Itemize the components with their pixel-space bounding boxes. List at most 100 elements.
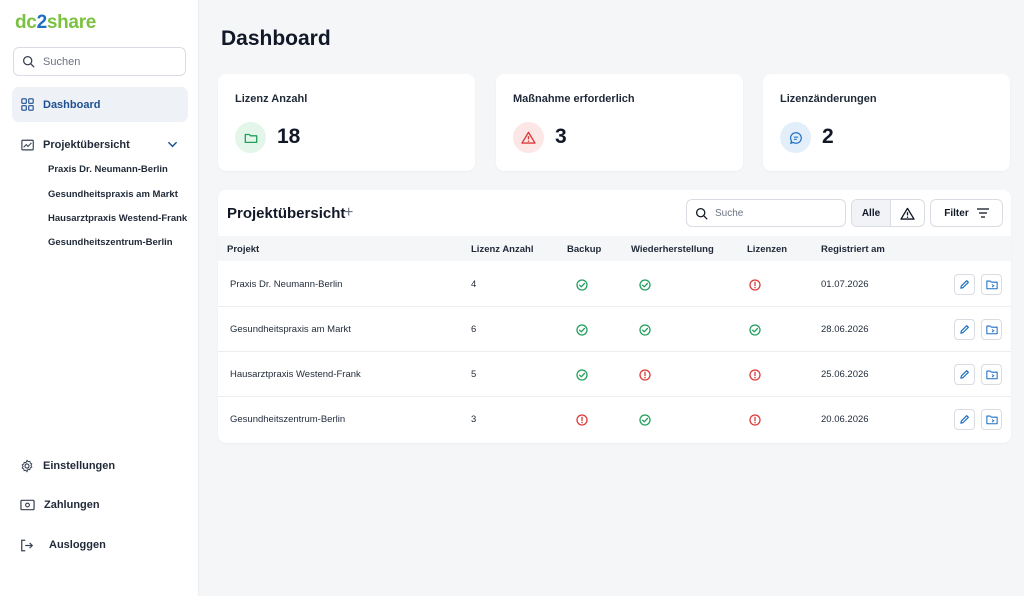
chat-icon <box>780 122 811 153</box>
sidebar-item-zahlungen[interactable]: Zahlungen <box>20 496 180 514</box>
cell-project: Gesundheitspraxis am Markt <box>230 324 351 335</box>
page-title: Dashboard <box>221 27 331 50</box>
pencil-icon <box>960 280 969 289</box>
filter-warning-button[interactable] <box>891 200 924 226</box>
table-search-input[interactable]: Suche <box>686 199 846 227</box>
check-circle-icon <box>639 278 651 291</box>
sidebar-item-ausloggen[interactable]: Ausloggen <box>20 536 180 554</box>
table-header: Projekt Lizenz Anzahl Backup Wiederherst… <box>218 236 1011 261</box>
sidebar-item-label: Zahlungen <box>44 499 100 511</box>
filter-lines-icon <box>976 208 989 218</box>
check-circle-icon <box>576 323 588 336</box>
status-filter-toggle: Alle <box>851 199 925 227</box>
card-title: Maßnahme erforderlich <box>513 93 635 105</box>
card-value: 2 <box>822 125 834 148</box>
open-folder-button[interactable] <box>981 409 1002 430</box>
grid-icon <box>21 98 34 111</box>
cell-licenses: 5 <box>471 369 477 380</box>
stat-card-lizenzaenderungen: Lizenzänderungen 2 <box>763 74 1010 171</box>
error-circle-icon <box>749 278 761 291</box>
column-header-wiederherstellung[interactable]: Wiederherstellung <box>631 244 714 255</box>
cell-project: Praxis Dr. Neumann-Berlin <box>230 279 343 290</box>
folder-icon <box>235 122 266 153</box>
cell-date: 25.06.2026 <box>821 369 869 380</box>
filter-all-button[interactable]: Alle <box>852 200 891 226</box>
document-chart-icon <box>21 139 34 150</box>
error-circle-icon <box>749 413 761 426</box>
sidebar-search-input[interactable]: Suchen <box>13 47 186 76</box>
sidebar-subitem-project[interactable]: Gesundheitszentrum-Berlin <box>48 237 173 248</box>
check-circle-icon <box>749 323 761 336</box>
chevron-down-icon[interactable] <box>167 139 178 150</box>
stat-card-lizenz-anzahl: Lizenz Anzahl 18 <box>218 74 475 171</box>
column-header-projekt[interactable]: Projekt <box>227 244 259 255</box>
check-circle-icon <box>639 413 651 426</box>
cell-project: Hausarztpraxis Westend-Frank <box>230 369 361 380</box>
panel-title: Projektübersicht <box>227 205 346 222</box>
logo-part-dc: dc <box>15 12 37 33</box>
sidebar-item-label: Dashboard <box>43 98 101 111</box>
edit-button[interactable] <box>954 364 975 385</box>
folder-open-icon <box>985 325 998 335</box>
sidebar-search-placeholder: Suchen <box>43 55 81 68</box>
logo-part-2: 2 <box>36 12 48 33</box>
table-search-placeholder: Suche <box>715 207 744 219</box>
pencil-icon <box>960 370 969 379</box>
search-icon <box>695 207 708 219</box>
check-circle-icon <box>639 323 651 336</box>
search-icon <box>22 55 35 68</box>
edit-button[interactable] <box>954 409 975 430</box>
cell-licenses: 6 <box>471 324 477 335</box>
column-header-registriert-am[interactable]: Registriert am <box>821 244 885 255</box>
check-circle-icon <box>576 368 588 381</box>
check-circle-icon <box>576 278 588 291</box>
error-circle-icon <box>749 368 761 381</box>
project-table-panel: Projektübersicht + Suche Alle Filter Pro… <box>218 190 1011 443</box>
table-row[interactable]: Hausarztpraxis Westend-Frank 5 25.06.2026 <box>218 352 1011 397</box>
column-header-lizenzen[interactable]: Lizenzen <box>747 244 787 255</box>
stat-card-massnahme: Maßnahme erforderlich 3 <box>496 74 743 171</box>
sidebar-subitem-project[interactable]: Praxis Dr. Neumann-Berlin <box>48 164 168 175</box>
card-value: 18 <box>277 125 301 148</box>
filter-button[interactable]: Filter <box>930 199 1003 227</box>
sidebar-item-einstellungen[interactable]: Einstellungen <box>20 457 180 475</box>
logout-icon <box>21 539 34 551</box>
sidebar-item-label: Projektübersicht <box>43 139 130 151</box>
pencil-icon <box>960 325 969 334</box>
money-icon <box>20 499 35 511</box>
folder-open-icon <box>985 415 998 425</box>
gear-icon <box>21 459 33 473</box>
open-folder-button[interactable] <box>981 319 1002 340</box>
sidebar-item-dashboard[interactable]: Dashboard <box>12 87 188 122</box>
folder-open-icon <box>985 280 998 290</box>
cell-date: 20.06.2026 <box>821 414 869 425</box>
edit-button[interactable] <box>954 319 975 340</box>
card-value: 3 <box>555 125 567 148</box>
column-header-lizenz-anzahl[interactable]: Lizenz Anzahl <box>471 244 533 255</box>
add-project-button[interactable]: + <box>344 205 353 221</box>
cell-licenses: 4 <box>471 279 477 290</box>
sidebar: dc2share Suchen Dashboard Projektübersic… <box>0 0 199 596</box>
open-folder-button[interactable] <box>981 274 1002 295</box>
warning-icon <box>513 122 544 153</box>
sidebar-item-projektuebersicht[interactable]: Projektübersicht <box>21 136 181 154</box>
open-folder-button[interactable] <box>981 364 1002 385</box>
folder-open-icon <box>985 370 998 380</box>
card-title: Lizenz Anzahl <box>235 93 308 105</box>
cell-date: 28.06.2026 <box>821 324 869 335</box>
cell-project: Gesundheitszentrum-Berlin <box>230 414 346 425</box>
table-row[interactable]: Gesundheitszentrum-Berlin 3 20.06.2026 <box>218 397 1011 442</box>
sidebar-item-label: Ausloggen <box>49 539 106 551</box>
logo[interactable]: dc2share <box>15 12 96 34</box>
cell-licenses: 3 <box>471 414 477 425</box>
sidebar-subitem-project[interactable]: Hausarztpraxis Westend-Frank <box>48 213 187 224</box>
error-circle-icon <box>576 413 588 426</box>
edit-button[interactable] <box>954 274 975 295</box>
sidebar-subitem-project[interactable]: Gesundheitspraxis am Markt <box>48 189 178 200</box>
cell-date: 01.07.2026 <box>821 279 869 290</box>
table-row[interactable]: Praxis Dr. Neumann-Berlin 4 01.07.2026 <box>218 262 1011 307</box>
column-header-backup[interactable]: Backup <box>567 244 601 255</box>
error-circle-icon <box>639 368 651 381</box>
pencil-icon <box>960 415 969 424</box>
table-row[interactable]: Gesundheitspraxis am Markt 6 28.06.2026 <box>218 307 1011 352</box>
